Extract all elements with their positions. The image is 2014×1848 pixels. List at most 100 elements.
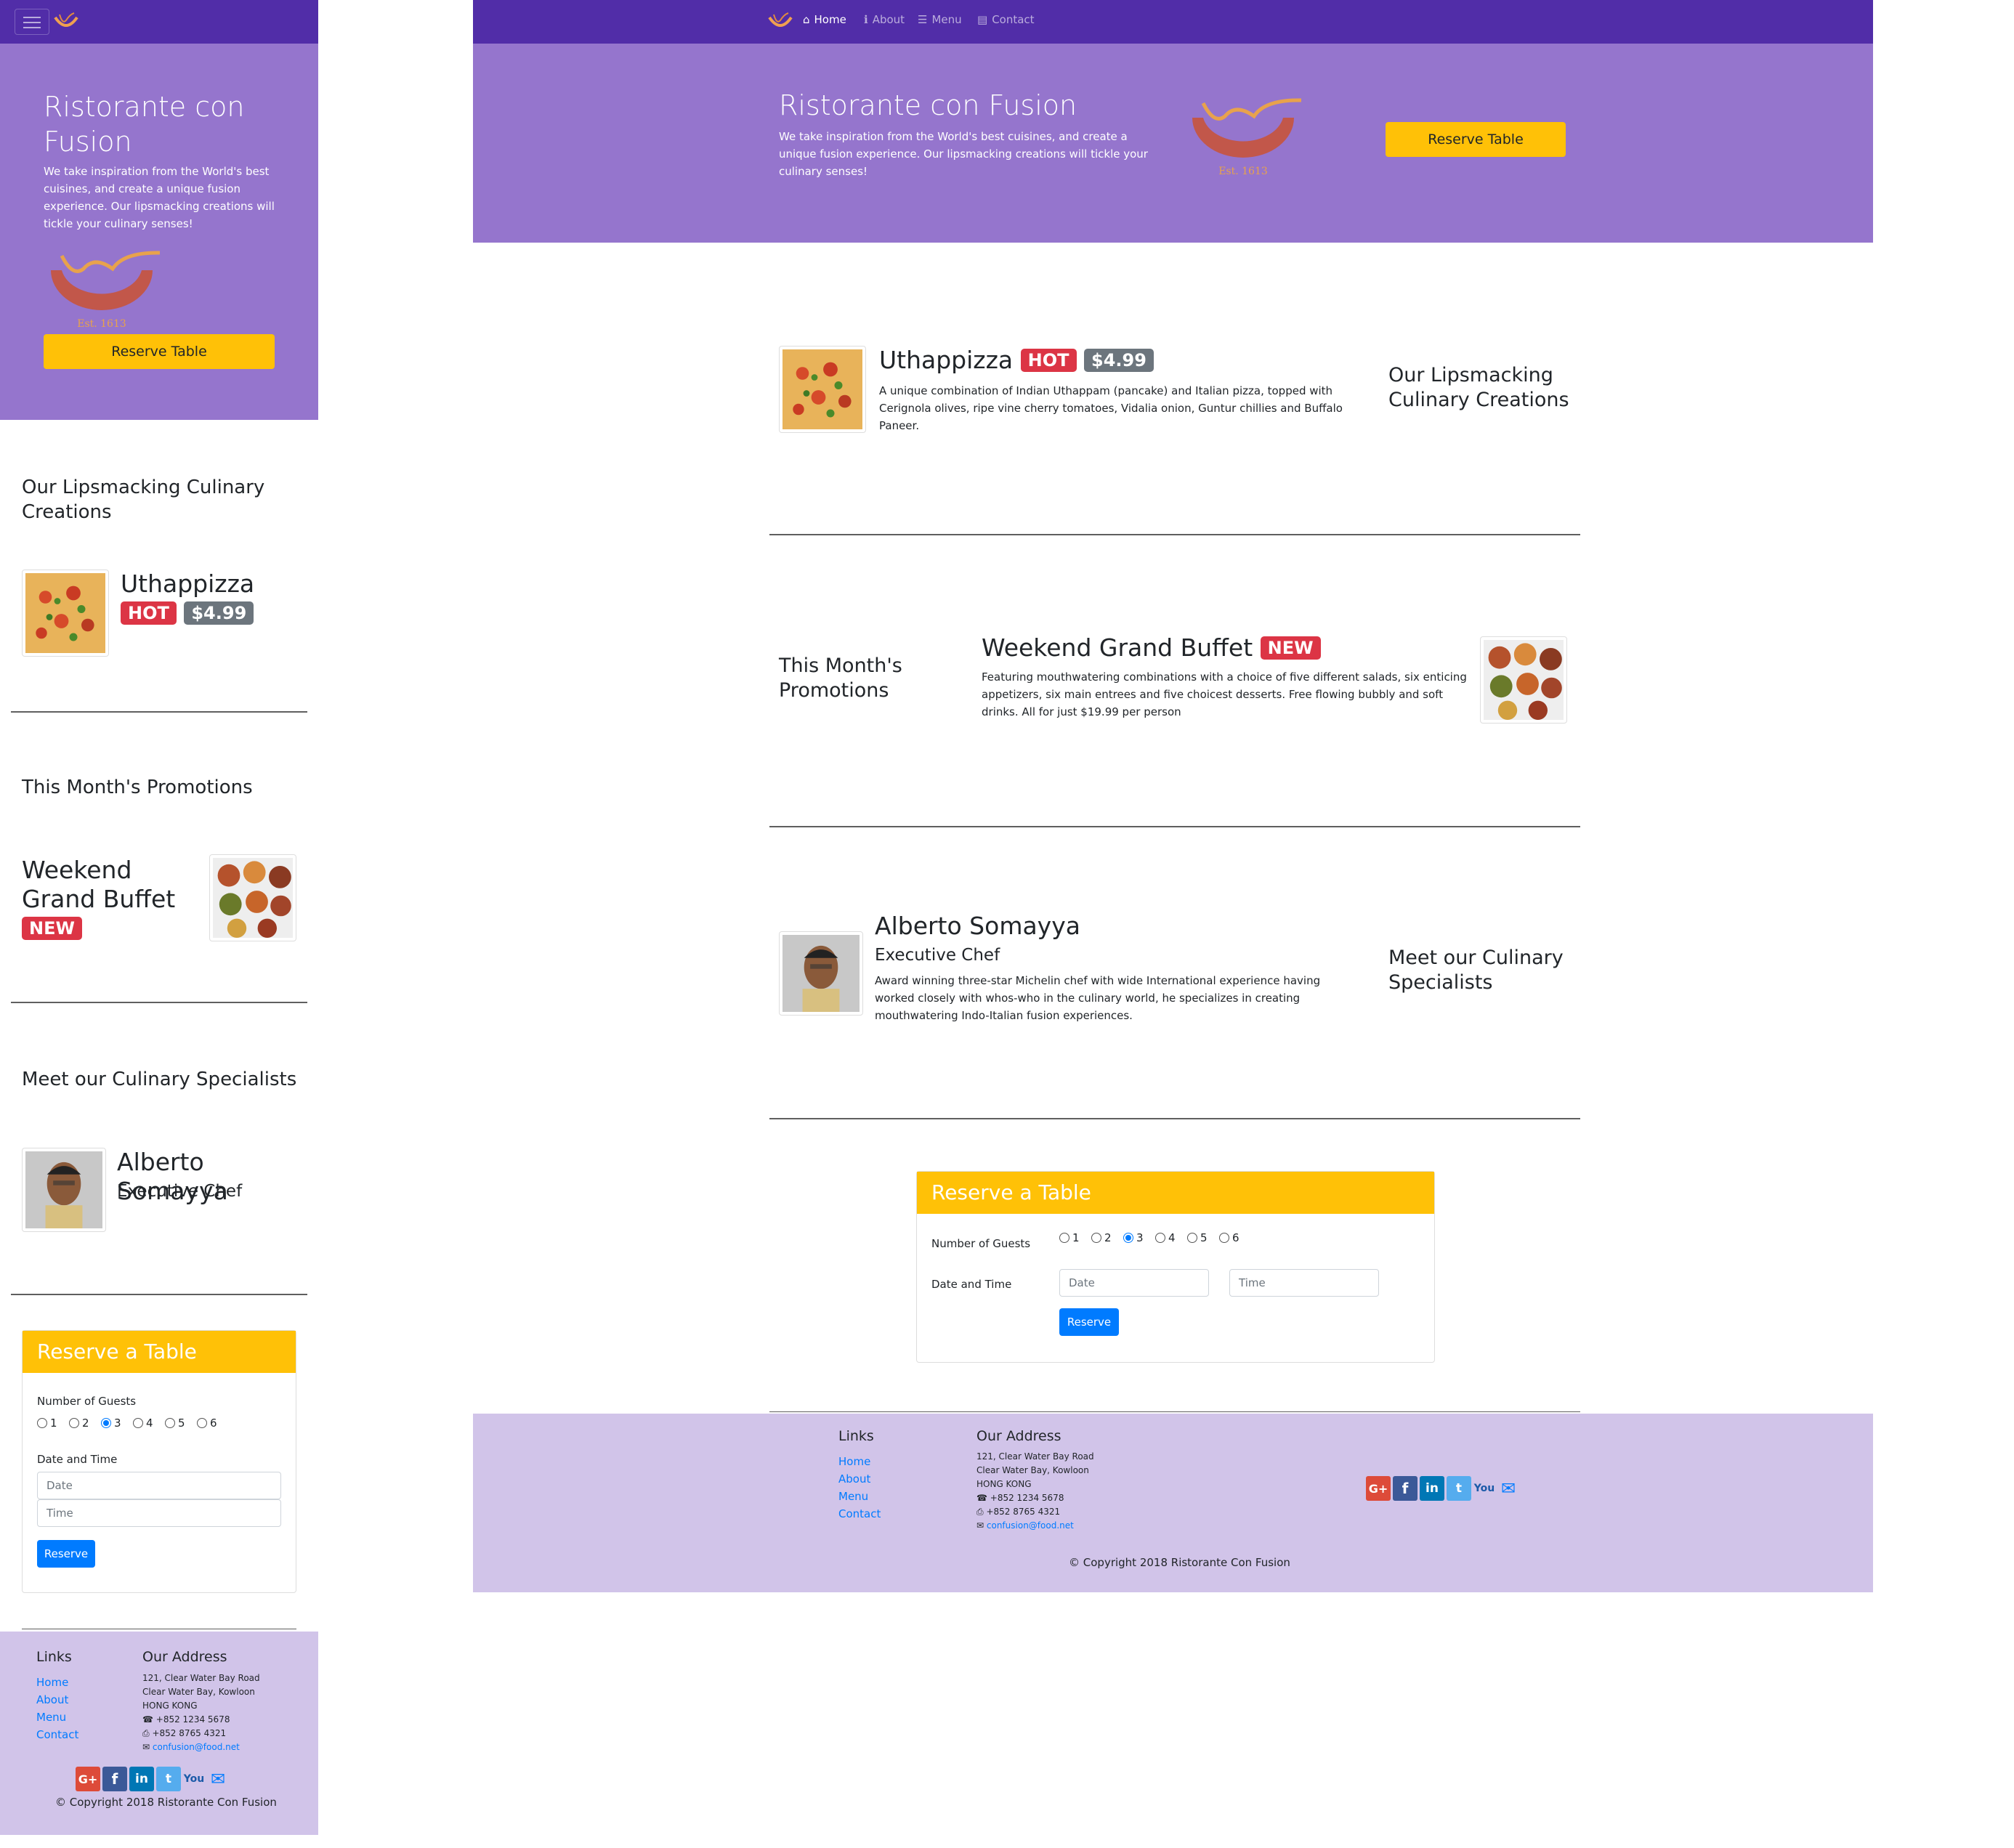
guest-radio-3[interactable]: 3 — [101, 1417, 121, 1430]
date-input[interactable]: Date — [37, 1472, 281, 1499]
phone-icon: ☎ — [142, 1714, 153, 1725]
footer-link-menu[interactable]: Menu — [36, 1709, 66, 1726]
navbar-logo[interactable] — [767, 12, 794, 32]
youtube-icon[interactable]: You — [183, 1767, 205, 1791]
list-icon: ☰ — [918, 13, 928, 26]
dish-image — [779, 346, 866, 433]
chef-photo — [779, 931, 863, 1016]
guest-radio-1[interactable]: 1 — [37, 1417, 57, 1430]
address-title: Our Address — [976, 1428, 1061, 1444]
address-card-icon: ▤ — [977, 13, 988, 26]
chef-photo — [22, 1148, 106, 1232]
reserve-table-button[interactable]: Reserve Table — [1386, 122, 1566, 157]
dish-heading: Uthappizza HOT $4.99 — [879, 346, 1242, 375]
svg-text:Est. 1613: Est. 1613 — [77, 318, 126, 330]
footer-link-contact[interactable]: Contact — [838, 1505, 881, 1523]
guest-radio-4[interactable]: 4 — [1155, 1231, 1176, 1244]
navbar-logo[interactable] — [52, 12, 80, 32]
dish-name: Uthappizza — [121, 570, 255, 598]
mobile-navbar — [0, 0, 318, 44]
reserve-table-button[interactable]: Reserve Table — [44, 334, 275, 369]
time-input[interactable]: Time — [1229, 1269, 1379, 1297]
divider — [769, 826, 1580, 827]
guest-radio-6[interactable]: 6 — [197, 1417, 217, 1430]
phone-icon: ☎ — [976, 1493, 987, 1503]
email-link[interactable]: confusion@food.net — [987, 1520, 1074, 1531]
guest-radio-3[interactable]: 3 — [1123, 1231, 1144, 1244]
twitter-icon[interactable]: t — [1447, 1476, 1471, 1501]
google-plus-icon[interactable]: G+ — [1366, 1476, 1391, 1501]
footer-link-about[interactable]: About — [36, 1691, 68, 1709]
price-badge: $4.99 — [1084, 349, 1154, 372]
guest-radio-6[interactable]: 6 — [1219, 1231, 1239, 1244]
footer-link-home[interactable]: Home — [36, 1674, 68, 1691]
guests-label: Number of Guests — [931, 1237, 1031, 1250]
leader-section-title: Meet our Culinary Specialists — [1388, 947, 1564, 994]
mail-icon[interactable]: ✉ — [1497, 1476, 1519, 1501]
reserve-card-header: Reserve a Table — [917, 1172, 1434, 1214]
reserve-card: Reserve a Table Number of Guests 1 2 3 4… — [916, 1171, 1435, 1363]
promo-image — [209, 854, 296, 941]
nav-home[interactable]: ⌂ Home — [803, 13, 846, 26]
mobile-jumbotron: Ristorante con Fusion We take inspiratio… — [0, 44, 318, 420]
nav-about[interactable]: ℹ About — [864, 13, 905, 26]
dish-name: Uthappizza — [879, 346, 1014, 374]
price-badge: $4.99 — [184, 601, 254, 625]
brand-tagline: We take inspiration from the World's bes… — [779, 130, 1148, 178]
reserve-card-header: Reserve a Table — [23, 1331, 296, 1373]
datetime-label: Date and Time — [931, 1278, 1012, 1291]
divider — [11, 1294, 307, 1295]
address-block: 121, Clear Water Bay Road Clear Water Ba… — [142, 1673, 260, 1752]
brand-logo: Est. 1613 — [1185, 96, 1309, 185]
guest-radio-5[interactable]: 5 — [165, 1417, 185, 1430]
divider — [11, 711, 307, 713]
promo-name: Weekend Grand Buffet — [22, 856, 176, 913]
copyright: © Copyright 2018 Ristorante Con Fusion — [55, 1796, 277, 1809]
home-icon: ⌂ — [803, 13, 810, 26]
menu-toggle-button[interactable] — [15, 9, 49, 35]
linkedin-icon[interactable]: in — [1420, 1476, 1444, 1501]
promo-name: Weekend Grand Buffet — [982, 633, 1253, 662]
address-title: Our Address — [142, 1649, 227, 1665]
dish-heading: Uthappizza HOT $4.99 — [121, 570, 310, 628]
desktop-jumbotron: Ristorante con Fusion We take inspiratio… — [473, 44, 1873, 243]
nav-menu[interactable]: ☰ Menu — [918, 13, 962, 26]
footer-link-about[interactable]: About — [838, 1470, 870, 1488]
linkedin-icon[interactable]: in — [129, 1767, 154, 1791]
guest-radio-5[interactable]: 5 — [1187, 1231, 1208, 1244]
youtube-icon[interactable]: You — [1473, 1476, 1495, 1501]
fax-icon: ⎙ — [976, 1507, 984, 1517]
facebook-icon[interactable]: f — [102, 1767, 127, 1791]
new-badge: NEW — [1260, 636, 1321, 660]
footer-link-contact[interactable]: Contact — [36, 1726, 78, 1743]
desktop-footer: Links Home About Menu Contact Our Addres… — [473, 1414, 1873, 1592]
promo-heading: Weekend Grand Buffet NEW — [22, 856, 203, 943]
reserve-submit-button[interactable]: Reserve — [37, 1540, 95, 1568]
twitter-icon[interactable]: t — [156, 1767, 181, 1791]
divider — [769, 1411, 1580, 1412]
promo-description: Featuring mouthwatering combinations wit… — [982, 670, 1467, 718]
email-link[interactable]: confusion@food.net — [153, 1742, 240, 1752]
footer-link-menu[interactable]: Menu — [838, 1488, 868, 1505]
guest-radio-2[interactable]: 2 — [1091, 1231, 1112, 1244]
links-title: Links — [838, 1428, 874, 1444]
nav-contact[interactable]: ▤ Contact — [977, 13, 1035, 26]
dish-section-title: Our Lipsmacking Culinary Creations — [1388, 364, 1569, 411]
copyright: © Copyright 2018 Ristorante Con Fusion — [1069, 1556, 1290, 1569]
page-title: Ristorante con Fusion — [779, 89, 1077, 121]
envelope-icon: ✉ — [142, 1742, 150, 1752]
divider — [769, 1118, 1580, 1119]
facebook-icon[interactable]: f — [1393, 1476, 1418, 1501]
promo-heading: Weekend Grand Buffet NEW — [982, 633, 1418, 662]
date-input[interactable]: Date — [1059, 1269, 1209, 1297]
time-input[interactable]: Time — [37, 1499, 281, 1527]
guest-radio-2[interactable]: 2 — [69, 1417, 89, 1430]
desktop-navbar: ⌂ Home ℹ About ☰ Menu ▤ Contact — [473, 0, 1873, 44]
mail-icon[interactable]: ✉ — [207, 1767, 229, 1791]
reserve-submit-button[interactable]: Reserve — [1059, 1308, 1119, 1336]
footer-link-home[interactable]: Home — [838, 1453, 870, 1470]
envelope-icon: ✉ — [976, 1520, 984, 1531]
guest-radio-4[interactable]: 4 — [133, 1417, 153, 1430]
google-plus-icon[interactable]: G+ — [76, 1767, 100, 1791]
guest-radio-1[interactable]: 1 — [1059, 1231, 1080, 1244]
